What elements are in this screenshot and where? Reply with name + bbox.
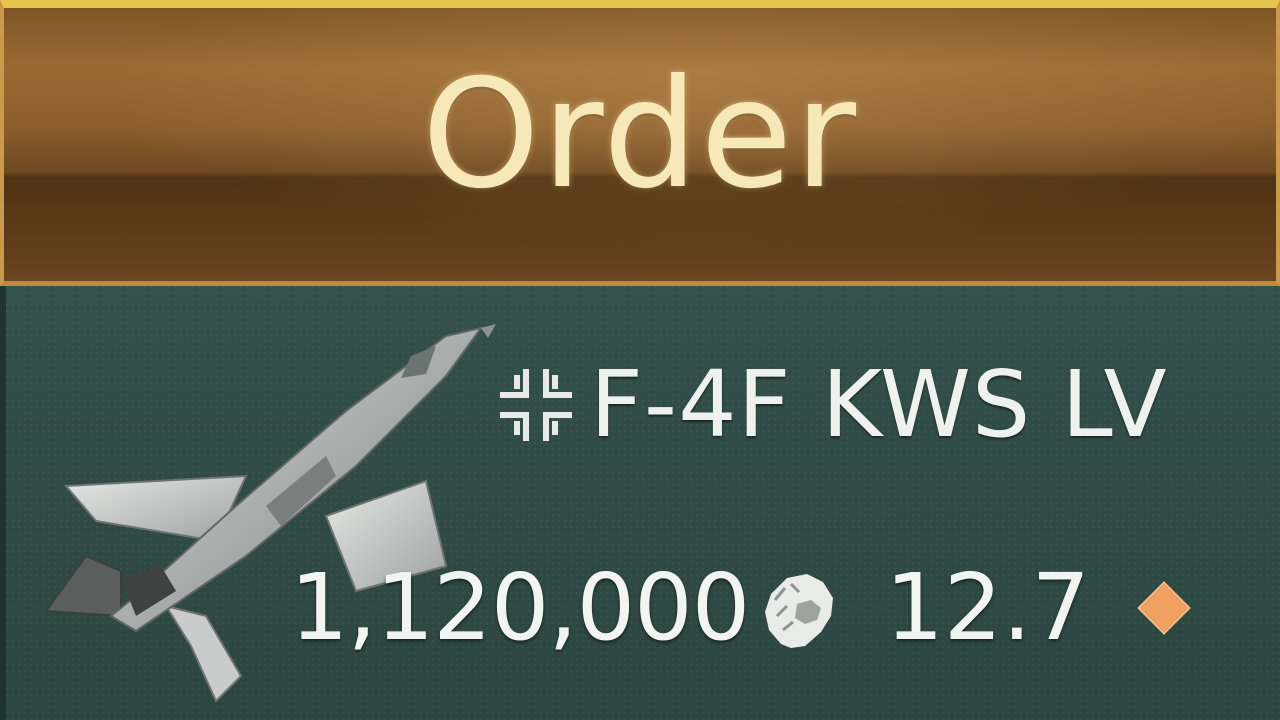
balkenkreuz-icon <box>500 369 572 441</box>
order-button-label: Order <box>421 48 859 222</box>
lion-icon <box>765 574 834 648</box>
order-button[interactable]: Order <box>0 0 1280 286</box>
vehicle-order-panel: Order F-4F KWS LV 1,120,000 12.7 <box>0 0 1280 720</box>
vehicle-name-row: F-4F KWS LV <box>490 350 1168 460</box>
battle-rating: 12.7 <box>885 554 1091 661</box>
vehicle-card[interactable]: F-4F KWS LV 1,120,000 12.7 <box>0 286 1280 720</box>
diamond-icon <box>1137 581 1191 635</box>
stats-row: 1,120,000 12.7 <box>290 548 1194 668</box>
vehicle-price: 1,120,000 <box>290 554 750 661</box>
vehicle-name: F-4F KWS LV <box>590 351 1168 458</box>
